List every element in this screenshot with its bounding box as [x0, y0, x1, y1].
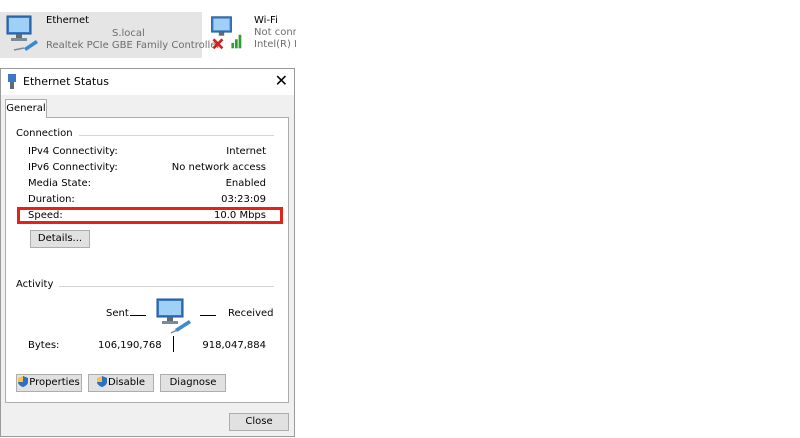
bytes-label: Bytes: — [28, 340, 60, 351]
page: Ethernet S.local Realtek PCIe GBE Family… — [0, 0, 800, 438]
general-tab-panel: Connection IPv4 Connectivity: Internet I… — [5, 117, 289, 403]
duration-label: Duration: — [28, 194, 75, 205]
properties-button[interactable]: Properties — [16, 374, 82, 392]
redacted-hostname — [46, 27, 112, 37]
ipv4-value: Internet — [226, 146, 266, 157]
uac-shield-icon — [96, 376, 107, 387]
network-monitor-icon — [6, 15, 38, 51]
bytes-divider — [173, 336, 174, 352]
activity-group-label: Activity — [16, 279, 60, 290]
tab-general[interactable]: General — [5, 99, 47, 118]
ethernet-host: S.local — [46, 27, 221, 40]
disable-button[interactable]: Disable — [88, 374, 154, 392]
received-label: Received — [228, 308, 274, 319]
ipv6-value: No network access — [171, 162, 266, 173]
ethernet-adapter: Realtek PCIe GBE Family Controller — [46, 40, 221, 51]
duration-value: 03:23:09 — [221, 194, 266, 205]
dialog-titlebar: Ethernet Status ✕ — [1, 69, 294, 95]
uac-shield-icon — [18, 376, 29, 387]
wifi-text: Wi-Fi Not conn Intel(R) D — [254, 15, 296, 51]
speed-highlight-box — [17, 207, 283, 224]
connection-ethernet[interactable]: Ethernet S.local Realtek PCIe GBE Family… — [0, 12, 221, 58]
received-dash — [200, 315, 216, 316]
media-state-value: Enabled — [225, 178, 266, 189]
connection-group-line — [66, 135, 274, 136]
ipv4-label: IPv4 Connectivity: — [28, 146, 118, 157]
ethernet-text: Ethernet S.local Realtek PCIe GBE Family… — [46, 15, 221, 52]
activity-group-line — [52, 286, 274, 287]
media-state-label: Media State: — [28, 178, 92, 189]
ethernet-status-dialog: Ethernet Status ✕ General Connection IPv… — [0, 68, 295, 437]
wifi-signal-icon — [211, 16, 242, 50]
dialog-title: Ethernet Status — [23, 75, 109, 88]
diagnose-button[interactable]: Diagnose — [160, 374, 226, 392]
close-button[interactable]: Close — [229, 413, 289, 431]
network-connections-list: Ethernet S.local Realtek PCIe GBE Family… — [0, 0, 296, 68]
connection-group-label: Connection — [16, 128, 79, 139]
ethernet-title-icon — [8, 74, 16, 89]
wifi-name: Wi-Fi — [254, 15, 278, 26]
wifi-status: Not conn — [254, 27, 296, 38]
bytes-sent-value: 106,190,768 — [98, 340, 162, 351]
disconnected-x-icon — [212, 38, 224, 50]
network-activity-icon — [156, 298, 191, 334]
close-icon[interactable]: ✕ — [275, 72, 288, 90]
ipv6-label: IPv6 Connectivity: — [28, 162, 118, 173]
details-button[interactable]: Details... — [30, 230, 90, 248]
connection-wifi[interactable]: Wi-Fi Not conn Intel(R) D — [206, 12, 296, 58]
sent-dash — [130, 315, 146, 316]
wifi-adapter: Intel(R) D — [254, 39, 296, 50]
sent-label: Sent — [106, 308, 129, 319]
bytes-received-value: 918,047,884 — [202, 340, 266, 351]
ethernet-name: Ethernet — [46, 15, 90, 26]
